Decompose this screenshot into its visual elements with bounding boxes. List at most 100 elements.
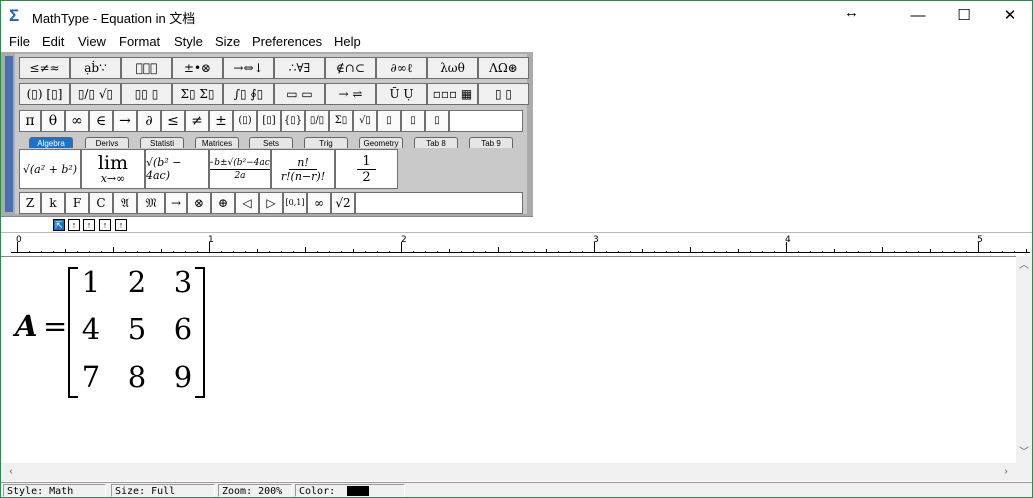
small-symbol-infinity[interactable]: ∞ — [307, 192, 331, 214]
tab-statistics[interactable]: Statisti — [140, 137, 184, 148]
subscript-template-button[interactable]: ▯ — [401, 110, 425, 132]
nest-level-3-icon[interactable]: ↑ — [99, 219, 111, 231]
tab-sets[interactable]: Sets — [249, 137, 293, 148]
small-symbol-row: Z k F C 𝔄 𝔐 → ⊗ ⊕ ◁ ▷ [0,1] ∞ √2 — [19, 192, 523, 214]
maximize-icon: ☐ — [957, 7, 971, 24]
scroll-right-icon[interactable]: › — [998, 463, 1014, 481]
tab-trig[interactable]: Trig — [304, 137, 348, 148]
menu-size[interactable]: Size — [215, 34, 240, 49]
status-size: Size: Full — [111, 484, 215, 497]
bracket-template-button[interactable]: [▯] — [257, 110, 281, 132]
scroll-left-icon[interactable]: ‹ — [3, 463, 19, 481]
menu-preferences[interactable]: Preferences — [252, 34, 322, 49]
relations-palette-button[interactable]: ≤≠≈ — [19, 57, 70, 79]
matrices-palette-button[interactable]: ▫▫▫ ▦ — [427, 83, 478, 105]
logic-palette-button[interactable]: ∴∀∃ — [274, 57, 325, 79]
template-combination[interactable]: n! r!(n−r)! — [271, 149, 335, 189]
menu-edit[interactable]: Edit — [42, 34, 64, 49]
vertical-scrollbar[interactable]: ︿ ﹀ — [1016, 256, 1032, 463]
tab-matrices[interactable]: Matrices — [195, 137, 239, 148]
minimize-button[interactable]: — — [895, 1, 941, 31]
small-symbol-fraktur-m[interactable]: 𝔐 — [137, 192, 165, 214]
summations-palette-button[interactable]: Σ▯ Σ▯ — [172, 83, 223, 105]
fences-palette-button[interactable]: (▯) [▯] — [19, 83, 70, 105]
symbol-partial-button[interactable]: ∂ — [137, 110, 161, 132]
scroll-up-icon[interactable]: ︿ — [1016, 258, 1032, 274]
maximize-button[interactable]: ☐ — [941, 1, 987, 31]
template-limit[interactable]: lim x→∞ — [81, 149, 145, 189]
template-pythagorean[interactable]: √(a² + b²) — [19, 149, 81, 189]
close-button[interactable]: ✕ — [987, 1, 1032, 31]
tab-8[interactable]: Tab 8 — [414, 137, 458, 148]
tab-algebra[interactable]: Algebra — [29, 137, 73, 148]
tab-derivs[interactable]: Derivs — [85, 137, 129, 148]
template-one-half[interactable]: 1 2 — [335, 149, 398, 189]
menu-view[interactable]: View — [78, 34, 106, 49]
nest-level-2-icon[interactable]: ↑ — [83, 219, 95, 231]
small-symbol-sqrt2[interactable]: √2 — [331, 192, 355, 214]
symbol-pi-button[interactable]: π — [19, 110, 41, 132]
menu-help[interactable]: Help — [334, 34, 361, 49]
symbol-right-arrow-button[interactable]: → — [113, 110, 137, 132]
small-symbol-empty-slot — [355, 192, 523, 214]
symbol-neq-button[interactable]: ≠ — [185, 110, 209, 132]
toolbar-empty-area — [533, 52, 1032, 216]
small-symbol-arrow[interactable]: → — [165, 192, 187, 214]
tab-geometry[interactable]: Geometry — [359, 137, 403, 148]
greek-lower-palette-button[interactable]: λωθ — [427, 57, 478, 79]
status-zoom: Zoom: 200% — [218, 484, 292, 497]
menu-format[interactable]: Format — [119, 34, 160, 49]
template-quadratic-formula[interactable]: −b±√(b²−4ac) 2a — [209, 149, 271, 189]
operators-palette-button[interactable]: ±•⊗ — [172, 57, 223, 79]
ruler[interactable]: 0 1 2 3 4 5 — [1, 232, 1032, 257]
nest-level-4-icon[interactable]: ↑ — [115, 219, 127, 231]
integrals-palette-button[interactable]: ∫▯ ∮▯ — [223, 83, 274, 105]
fraction-template-button[interactable]: ▯/▯ — [305, 110, 329, 132]
small-symbol-fraktur-a[interactable]: 𝔄 — [113, 192, 137, 214]
horizontal-scrollbar[interactable]: ‹ › — [1, 463, 1016, 481]
scroll-down-icon[interactable]: ﹀ — [1016, 445, 1032, 461]
fractions-radicals-palette-button[interactable]: ▯/▯ √▯ — [70, 83, 121, 105]
boxes-palette-button[interactable]: ▯ ▯ — [478, 83, 529, 105]
symbol-element-of-button[interactable]: ∈ — [89, 110, 113, 132]
labeled-arrows-palette-button[interactable]: → ⇌ — [325, 83, 376, 105]
symbol-infinity-button[interactable]: ∞ — [65, 110, 89, 132]
paren-template-button[interactable]: (▯) — [233, 110, 257, 132]
sub-superscript-template-button[interactable]: ▯ — [425, 110, 449, 132]
misc-symbols-palette-button[interactable]: ∂∞ℓ — [376, 57, 427, 79]
small-symbol-triangle-left[interactable]: ◁ — [235, 192, 259, 214]
underbars-palette-button[interactable]: ▭ ▭ — [274, 83, 325, 105]
small-symbol-oplus[interactable]: ⊕ — [211, 192, 235, 214]
greek-upper-palette-button[interactable]: ΛΩ⊛ — [478, 57, 529, 79]
products-palette-button[interactable]: Ū Ụ — [376, 83, 427, 105]
small-symbol-c[interactable]: C — [89, 192, 113, 214]
symbol-plusminus-button[interactable]: ± — [209, 110, 233, 132]
brace-template-button[interactable]: {▯} — [281, 110, 305, 132]
nest-level-0-icon[interactable]: ⇱ — [53, 219, 65, 231]
embellishments-palette-button[interactable]: ⃰⃗⃖ — [121, 57, 172, 79]
small-symbol-f[interactable]: F — [65, 192, 89, 214]
subscripts-palette-button[interactable]: ▯▯ ▯ — [121, 83, 172, 105]
toolbar-grip[interactable] — [5, 56, 13, 212]
superscript-template-button[interactable]: ▯ — [377, 110, 401, 132]
menu-file[interactable]: File — [9, 34, 30, 49]
small-symbol-otimes[interactable]: ⊗ — [187, 192, 211, 214]
nest-level-1-icon[interactable]: ↑ — [68, 219, 80, 231]
symbol-theta-button[interactable]: θ — [41, 110, 65, 132]
small-symbol-k[interactable]: k — [41, 192, 65, 214]
small-symbol-triangle-right[interactable]: ▷ — [259, 192, 283, 214]
arrows-palette-button[interactable]: →⇔↓ — [223, 57, 274, 79]
close-icon: ✕ — [1003, 7, 1017, 24]
small-symbol-interval[interactable]: [0,1] — [283, 192, 307, 214]
color-swatch — [347, 486, 369, 496]
tab-9[interactable]: Tab 9 — [469, 137, 513, 148]
menu-style[interactable]: Style — [174, 34, 203, 49]
equation-canvas[interactable] — [1, 256, 1016, 464]
template-discriminant[interactable]: √(b² − 4ac) — [145, 149, 209, 189]
spaces-ellipses-palette-button[interactable]: ạḃ∵ — [70, 57, 121, 79]
symbol-leq-button[interactable]: ≤ — [161, 110, 185, 132]
radical-template-button[interactable]: √▯ — [353, 110, 377, 132]
small-symbol-z[interactable]: Z — [19, 192, 41, 214]
set-theory-palette-button[interactable]: ∉∩⊂ — [325, 57, 376, 79]
sum-template-button[interactable]: Σ▯ — [329, 110, 353, 132]
